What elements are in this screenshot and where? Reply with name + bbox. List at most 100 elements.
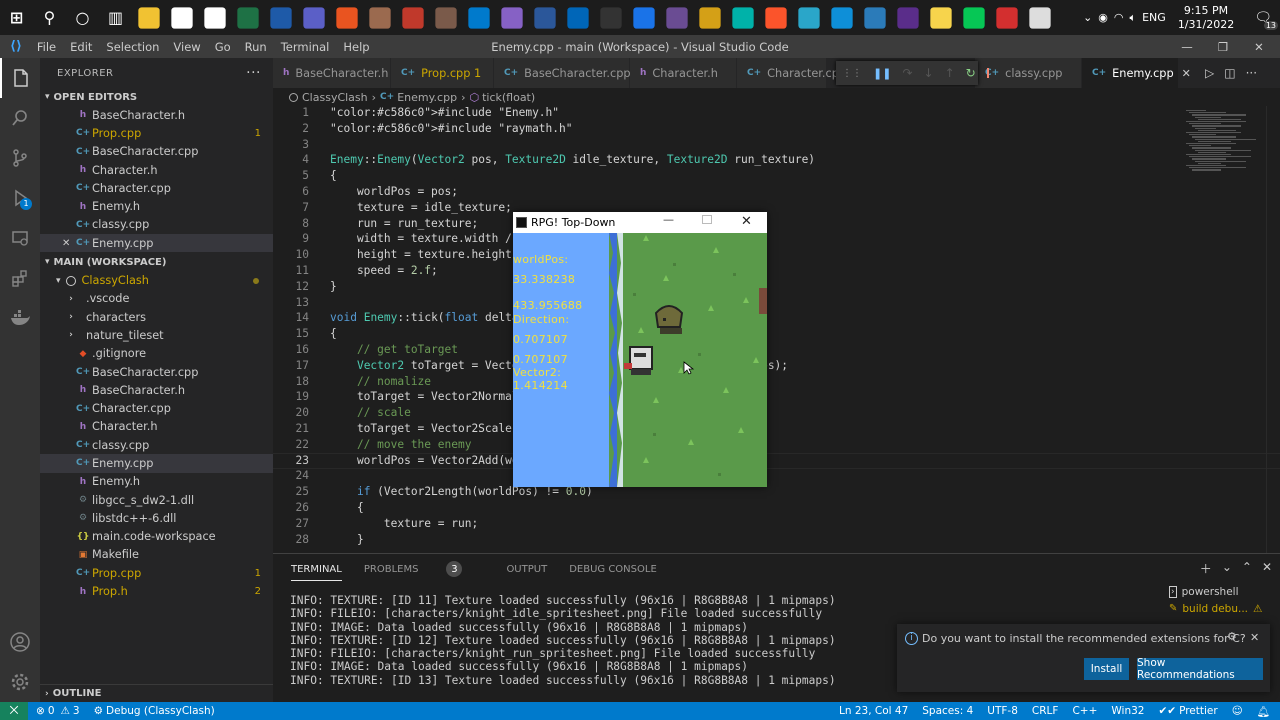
maximize-panel-icon[interactable]: ⌃ xyxy=(1242,560,1252,577)
indentation[interactable]: Spaces: 4 xyxy=(922,705,973,717)
car-taskbar-icon[interactable] xyxy=(401,6,424,29)
cursor-position[interactable]: Ln 23, Col 47 xyxy=(839,705,908,717)
platform[interactable]: Win32 xyxy=(1111,705,1144,717)
app-window-taskbar-icon[interactable] xyxy=(863,6,886,29)
file-item[interactable]: ▣ Makefile xyxy=(40,546,273,564)
menu-edit[interactable]: Edit xyxy=(70,40,92,54)
urh-taskbar-icon[interactable] xyxy=(896,6,919,29)
code-editor[interactable]: 1 "color:#c586c0">#include "Enemy.h" 2 "col… xyxy=(273,106,1280,553)
mail-taskbar-icon[interactable] xyxy=(302,6,325,29)
game-minimize-button[interactable]: — xyxy=(663,213,674,226)
docker-icon[interactable] xyxy=(0,298,40,338)
game-close-button[interactable]: ✕ xyxy=(741,214,752,229)
notification-center-icon[interactable]: 🗨︎ 13 xyxy=(1254,10,1278,30)
more-actions-icon[interactable]: ··· xyxy=(246,65,261,81)
tab-basecharacter-cpp[interactable]: C+ BaseCharacter.cpp xyxy=(494,58,631,88)
visual-studio-taskbar-icon[interactable] xyxy=(500,6,523,29)
extensions-icon[interactable] xyxy=(0,258,40,298)
open-editor-item[interactable]: ✕ C+ Enemy.cpp xyxy=(40,234,273,253)
remote-icon[interactable]: ⨉ xyxy=(0,702,28,720)
breadcrumb-symbol[interactable]: tick(float) xyxy=(482,91,535,104)
tab-terminal[interactable]: TERMINAL xyxy=(291,558,342,581)
folder-item[interactable]: › nature_tileset xyxy=(40,326,273,344)
tab-character-cp[interactable]: C+ Character.cp xyxy=(737,58,839,88)
game-maximize-button[interactable] xyxy=(702,215,712,224)
minimize-button[interactable]: — xyxy=(1169,35,1205,58)
tab-output[interactable]: OUTPUT xyxy=(506,564,547,575)
menu-terminal[interactable]: Terminal xyxy=(281,40,330,54)
language-indicator[interactable]: ENG xyxy=(1142,11,1166,24)
file-item[interactable]: C+ Prop.cpp 1 xyxy=(40,564,273,582)
file-item[interactable]: C+ Enemy.cpp xyxy=(40,454,273,473)
task-view-taskbar-icon[interactable]: ▥ xyxy=(103,5,129,31)
workspace-header[interactable]: ▾ MAIN (WORKSPACE) xyxy=(40,253,273,271)
tab-classy-cpp[interactable]: C+ classy.cpp xyxy=(975,58,1082,88)
terminal-item-powershell[interactable]: › powershell xyxy=(1167,583,1280,600)
search-taskbar-icon[interactable]: ⚲ xyxy=(37,5,63,31)
ubuntu-taskbar-icon[interactable] xyxy=(335,6,358,29)
file-item[interactable]: C+ Character.cpp xyxy=(40,399,273,417)
split-editor-icon[interactable]: ◫ xyxy=(1224,66,1235,80)
open-editor-item[interactable]: h BaseCharacter.h xyxy=(40,106,273,124)
run-debug-icon[interactable]: 1 xyxy=(0,178,40,218)
close-icon[interactable]: ✕ xyxy=(62,238,70,249)
lightning-taskbar-icon[interactable] xyxy=(731,6,754,29)
edge-taskbar-icon[interactable] xyxy=(830,6,853,29)
notifications-bell-icon[interactable]: 🔔︎ xyxy=(1257,705,1270,718)
close-notification-icon[interactable]: ✕ xyxy=(1250,631,1259,644)
keyboard-tool-taskbar-icon[interactable] xyxy=(797,6,820,29)
drag-handle-icon[interactable]: ⋮⋮ xyxy=(842,68,862,79)
menu-selection[interactable]: Selection xyxy=(106,40,159,54)
feedback-icon[interactable]: ☺ xyxy=(1232,705,1243,717)
restart-icon[interactable]: ↻ xyxy=(966,66,976,80)
docs-taskbar-icon[interactable] xyxy=(203,6,226,29)
show-recommendations-button[interactable]: Show Recommendations xyxy=(1137,657,1263,681)
source-control-icon[interactable] xyxy=(0,138,40,178)
line-ending[interactable]: CRLF xyxy=(1032,705,1059,717)
open-editor-item[interactable]: h Character.h xyxy=(40,161,273,179)
tab-enemy-cpp[interactable]: C+ Enemy.cpp ✕ xyxy=(1082,58,1191,88)
debug-status[interactable]: ⚙ Debug (ClassyClash) xyxy=(94,705,215,717)
language-mode[interactable]: C++ xyxy=(1072,705,1097,717)
brave-taskbar-icon[interactable] xyxy=(764,6,787,29)
accounts-icon[interactable] xyxy=(0,622,40,662)
explorer-icon[interactable] xyxy=(0,58,40,98)
file-item[interactable]: C+ BaseCharacter.cpp xyxy=(40,363,273,381)
wifi-icon[interactable]: ◠ xyxy=(1114,11,1124,24)
close-button[interactable]: ✕ xyxy=(1241,35,1277,58)
file-item[interactable]: C+ classy.cpp xyxy=(40,436,273,454)
workspace-folder[interactable]: ▾ ClassyClash xyxy=(40,271,273,289)
audition-taskbar-icon[interactable] xyxy=(698,6,721,29)
file-item[interactable]: h Enemy.h xyxy=(40,473,273,491)
chevron-up-icon[interactable]: ⌄ xyxy=(1083,11,1092,24)
terminal-output[interactable]: INFO: TEXTURE: [ID 11] Texture loaded su… xyxy=(290,594,836,687)
notepad-taskbar-icon[interactable] xyxy=(170,6,193,29)
powershell-taskbar-icon[interactable] xyxy=(566,6,589,29)
open-editors-header[interactable]: ▾ OPEN EDITORS xyxy=(40,88,273,106)
outline-header[interactable]: › OUTLINE xyxy=(40,684,273,702)
tab-prop-cpp-1[interactable]: C+ Prop.cpp 1 xyxy=(391,58,494,88)
file-explorer-taskbar-icon[interactable] xyxy=(137,6,160,29)
r-studio-taskbar-icon[interactable] xyxy=(269,6,292,29)
open-editor-item[interactable]: C+ classy.cpp xyxy=(40,216,273,234)
file-item[interactable]: h BaseCharacter.h xyxy=(40,381,273,399)
obs-taskbar-icon[interactable] xyxy=(665,6,688,29)
record-icon[interactable]: ◉ xyxy=(1098,11,1108,24)
close-icon[interactable]: ✕ xyxy=(1182,67,1191,80)
breadcrumb-file[interactable]: Enemy.cpp xyxy=(397,91,457,104)
menu-go[interactable]: Go xyxy=(215,40,231,54)
file-item[interactable]: {} main.code-workspace xyxy=(40,528,273,546)
line-taskbar-icon[interactable] xyxy=(962,6,985,29)
game-canvas[interactable]: worldPos: 33.338238 433.955688 Direction: 0.… xyxy=(513,233,767,487)
close-panel-icon[interactable]: ✕ xyxy=(1262,560,1272,577)
settings-gear-icon[interactable] xyxy=(0,662,40,702)
menu-run[interactable]: Run xyxy=(245,40,267,54)
folder-item[interactable]: › .vscode xyxy=(40,290,273,308)
tab-basecharacter-h[interactable]: h BaseCharacter.h xyxy=(273,58,391,88)
step-over-icon[interactable]: ↷ xyxy=(902,66,912,80)
chevron-down-icon[interactable]: ⌄ xyxy=(1222,560,1232,577)
volume-icon[interactable]: 🔈︎ xyxy=(1130,11,1137,25)
maximize-button[interactable]: ❐ xyxy=(1205,35,1241,58)
file-item[interactable]: ⚙ libstdc++-6.dll xyxy=(40,509,273,527)
open-editor-item[interactable]: C+ Prop.cpp 1 xyxy=(40,124,273,142)
